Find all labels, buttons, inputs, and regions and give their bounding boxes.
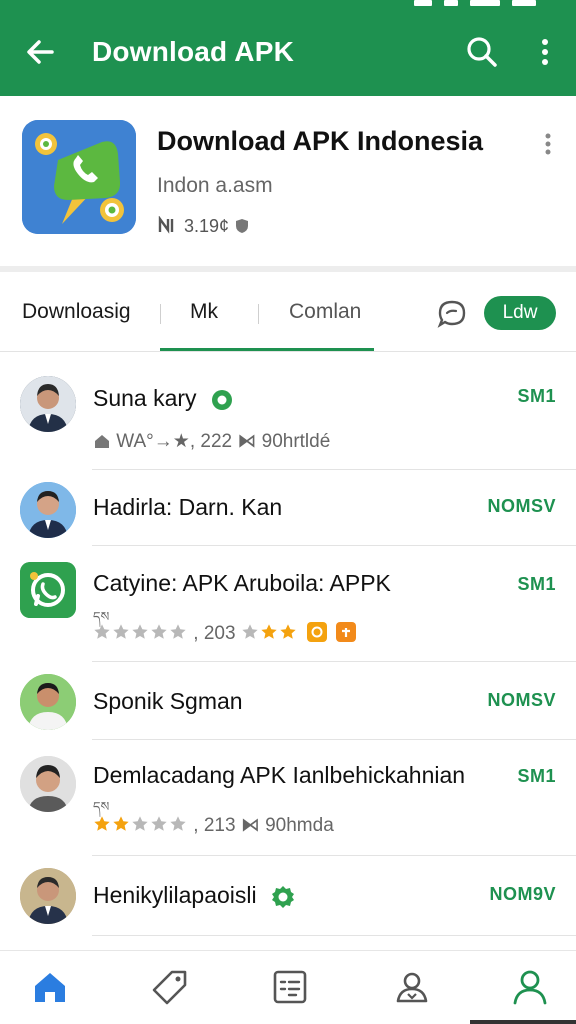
app-logo-icon[interactable] xyxy=(22,120,136,234)
comment-meta: , 203 xyxy=(93,622,357,645)
star-icon xyxy=(280,624,296,639)
app-developer: Indon a.asm xyxy=(157,174,273,197)
commenter-name: Henikylilapaoisli xyxy=(93,882,295,909)
bottom-navigation xyxy=(0,950,576,1024)
app-stats: 3.19¢ xyxy=(157,215,250,237)
comment-tag: SM1 xyxy=(517,386,556,406)
app-stats-value: 3.19¢ xyxy=(184,216,230,236)
star-icon xyxy=(151,624,167,639)
commenter-name: Sponik Sgman xyxy=(93,688,243,714)
apps-icon[interactable] xyxy=(270,967,310,1007)
list-item[interactable]: Hadirla: Darn. Kan NOMSV xyxy=(0,470,576,546)
whatsapp-app-icon xyxy=(20,562,76,618)
page-title: Download APK xyxy=(92,36,295,67)
avatar xyxy=(20,868,76,924)
comment-tag: SM1 xyxy=(517,766,556,786)
commenter-name-text: Suna kary xyxy=(93,385,197,411)
list-item[interactable]: Sponik Sgman NOMSV xyxy=(0,662,576,740)
comment-tag: NOMSV xyxy=(487,690,556,710)
star-icon xyxy=(132,816,148,831)
download-count-icon xyxy=(158,215,174,234)
comment-meta: WA°→★, 222 ⧑ 90hrtldé xyxy=(93,430,330,453)
list-item[interactable]: Henikylilapaoisli NOM9V xyxy=(0,856,576,936)
active-tab-indicator xyxy=(160,348,374,351)
users-icon[interactable] xyxy=(392,967,432,1007)
comment-tag: NOMSV xyxy=(487,496,556,516)
chat-bubble-icon[interactable] xyxy=(436,298,468,330)
commenter-name: Catyine: APK Aruboila: APPK xyxy=(93,570,391,596)
verified-badge-icon xyxy=(211,389,232,410)
star-icon xyxy=(113,624,129,639)
home-small-icon xyxy=(95,435,109,448)
avatar xyxy=(20,376,76,432)
status-bar xyxy=(376,0,536,8)
comment-meta-text: , 213 ⧑ 90hmda xyxy=(193,815,334,836)
divider xyxy=(92,935,576,936)
app-name: Download APK Indonesia xyxy=(157,126,484,156)
star-icon xyxy=(170,816,186,831)
comment-tag: SM1 xyxy=(517,574,556,594)
verified-badge-icon xyxy=(272,885,295,908)
star-rating-orange xyxy=(241,623,298,644)
star-icon xyxy=(113,816,129,831)
tab-comments[interactable]: Comlan xyxy=(289,300,361,324)
star-icon xyxy=(94,816,110,831)
star-icon xyxy=(170,624,186,639)
shield-icon xyxy=(236,219,249,233)
commenter-name: Hadirla: Darn. Kan xyxy=(93,494,283,520)
star-icon xyxy=(132,624,148,639)
gift-icon xyxy=(336,622,357,642)
avatar xyxy=(20,756,76,812)
comment-meta-text: , 203 xyxy=(193,623,236,644)
list-item[interactable]: Catyine: APK Aruboila: APPK དས , 203 SM1 xyxy=(0,546,576,662)
list-item[interactable]: Suna kary WA°→★, 222 ⧑ 90hrtldé SM1 xyxy=(0,356,576,470)
tag-icon[interactable] xyxy=(150,967,190,1007)
commenter-name: Suna kary xyxy=(93,385,233,412)
commenter-name: Demlacadang APK Ianlbehickahnian xyxy=(93,762,466,788)
app-info-card: Download APK Indonesia Indon a.asm 3.19¢ xyxy=(0,96,576,272)
star-rating xyxy=(93,623,188,644)
search-icon[interactable] xyxy=(464,34,500,70)
star-icon xyxy=(242,624,258,639)
more-vert-icon[interactable] xyxy=(530,34,560,70)
comment-meta-text: WA°→★, 222 ⧑ 90hrtldé xyxy=(116,431,331,452)
list-item[interactable]: Demlacadang APK Ianlbehickahnian དས , 21… xyxy=(0,740,576,856)
comment-meta: , 213 ⧑ 90hmda xyxy=(93,814,334,837)
app-bar: Download APK xyxy=(0,0,576,96)
star-icon xyxy=(151,816,167,831)
star-icon xyxy=(94,624,110,639)
app-more-icon[interactable] xyxy=(540,132,556,156)
tab-divider xyxy=(258,304,259,324)
avatar xyxy=(20,674,76,730)
star-rating-mixed xyxy=(93,815,188,836)
avatar xyxy=(20,482,76,538)
commenter-name-text: Henikylilapaoisli xyxy=(93,882,257,908)
tab-main[interactable]: Mk xyxy=(190,300,218,324)
star-icon xyxy=(261,624,277,639)
badge-icon xyxy=(307,622,328,642)
comment-tag: NOM9V xyxy=(489,884,556,904)
tab-divider xyxy=(160,304,161,324)
tab-downloading[interactable]: Downloasig xyxy=(22,300,131,324)
profile-icon[interactable] xyxy=(510,967,550,1007)
gesture-bar xyxy=(470,1020,576,1024)
back-arrow-icon[interactable] xyxy=(22,34,58,70)
install-button[interactable]: Ldw xyxy=(484,296,556,330)
home-icon[interactable] xyxy=(30,967,70,1007)
